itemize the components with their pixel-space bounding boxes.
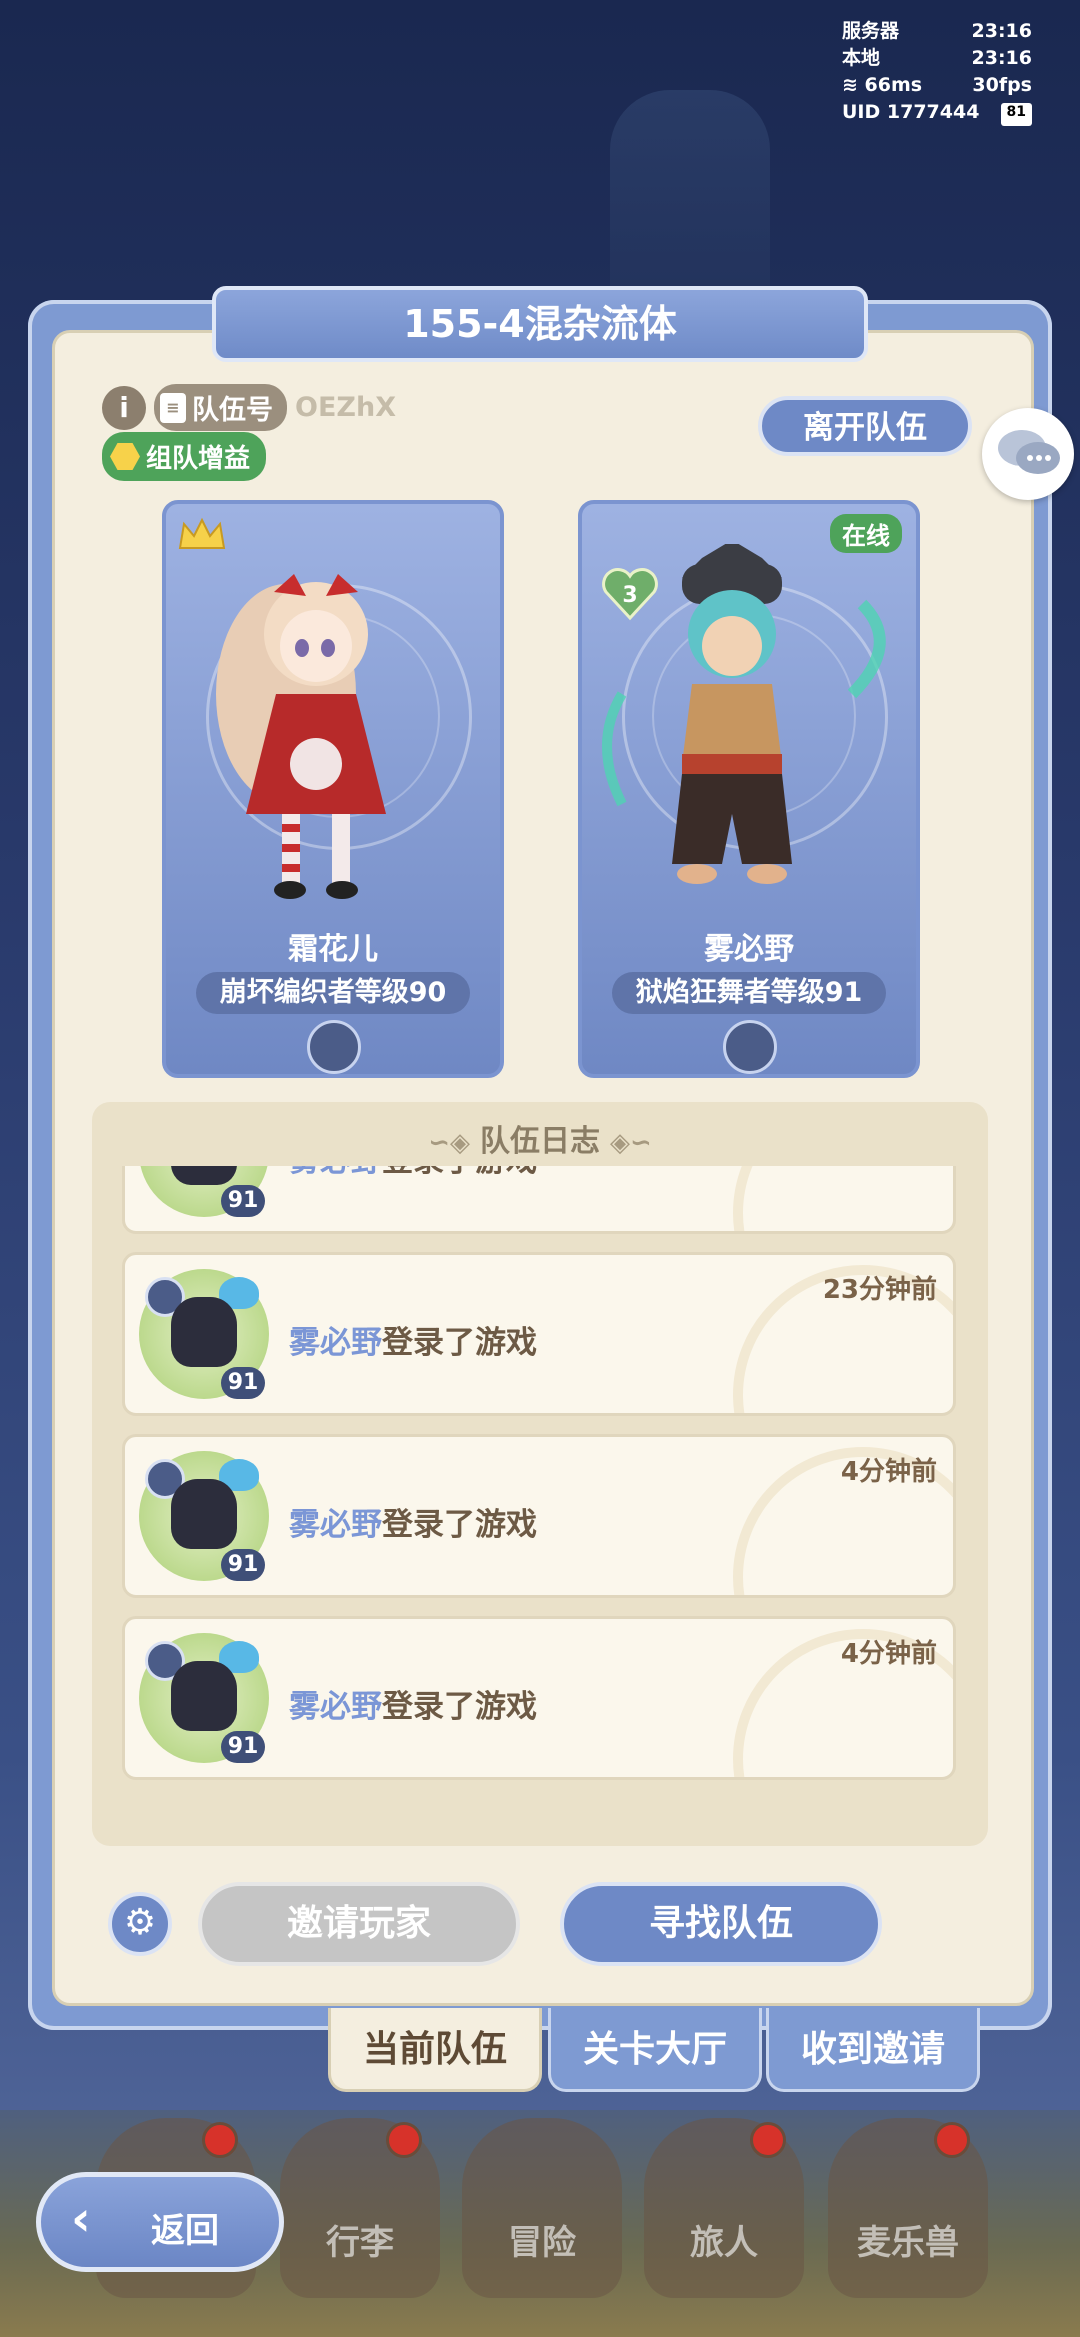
log-time: 23分钟前 [822,1275,937,1305]
nav-label-travelers: 旅人 [690,2223,758,2263]
notification-dot [386,2122,422,2158]
log-entry: 91 雾必野登录了游戏 23分钟前 [122,1252,956,1416]
team-log-header: ∽◈ 队伍日志 ◈∽ [92,1116,988,1160]
team-log-title: 队伍日志 [480,1124,600,1159]
notification-dot [750,2122,786,2158]
log-entry: 91 雾必野登录了游戏 4分钟前 [122,1434,956,1598]
character-portrait-leader [216,574,386,899]
player-avatar[interactable]: 91 [139,1633,269,1763]
wifi-icon: ≋ [842,74,865,96]
avatar-level: 91 [221,1367,265,1399]
invite-player-button[interactable]: 邀请玩家 [198,1882,520,1966]
avatar-level: 91 [221,1549,265,1581]
character-portrait-2 [602,544,886,884]
moon-decoration [733,1166,953,1231]
log-message: 雾必野登录了游戏 [289,1317,537,1362]
document-icon: ≡ [160,392,186,423]
avatar-figure [171,1297,237,1367]
avatar-level: 91 [221,1731,265,1763]
gear-icon: ⚙ [123,1902,157,1943]
team-info-row: i ≡ 队伍号 OEZhX [102,384,396,431]
log-action: 登录了游戏 [382,1689,537,1725]
member-class-level: 崩坏编织者等级90 [196,972,470,1014]
nav-item-adventure[interactable]: 冒险 [462,2118,622,2298]
team-code: OEZhX [295,392,397,423]
info-icon[interactable]: i [102,385,146,430]
member-card-2[interactable]: 在线 3 雾必野 狱焰狂舞者等级91 [578,500,920,1078]
ornament-left-icon: ∽◈ [428,1128,470,1158]
player-avatar[interactable]: 91 [139,1166,269,1217]
nav-item-pets[interactable]: 麦乐兽 [828,2118,988,2298]
team-buff-button[interactable]: 组队增益 [102,432,267,481]
avatar-figure [171,1479,237,1549]
nav-item-travelers[interactable]: 旅人 [644,2118,804,2298]
class-emblem-icon [307,1020,361,1074]
log-player-name[interactable]: 雾必野 [289,1689,382,1725]
log-message: 雾必野登录了游戏 [289,1499,537,1544]
log-time: 4分钟前 [840,1457,937,1487]
battery-indicator: 81 [1000,103,1032,126]
settings-button[interactable]: ⚙ [108,1892,172,1956]
team-log-list[interactable]: 91 雾必野登录了游戏 91 雾必野登录了游戏 23分钟前 91 雾必野登录了游… [122,1166,958,1830]
log-player-name[interactable]: 雾必野 [289,1166,382,1179]
server-label: 服务器 [842,20,900,42]
member-class-level: 狱焰狂舞者等级91 [612,972,886,1014]
notification-dot [934,2122,970,2158]
log-time: 4分钟前 [840,1639,937,1669]
team-id-pill[interactable]: ≡ 队伍号 [154,384,287,431]
hexagon-star-icon [110,443,140,470]
leave-team-button[interactable]: 离开队伍 [758,396,972,456]
tab-received-invites[interactable]: 收到邀请 [766,2008,980,2092]
log-action: 登录了游戏 [382,1507,537,1543]
member-card-leader[interactable]: 霜花儿 崩坏编织者等级90 [162,500,504,1078]
notification-dot [202,2122,238,2158]
log-entry: 91 雾必野登录了游戏 4分钟前 [122,1616,956,1780]
log-action: 登录了游戏 [382,1166,537,1179]
member-name: 雾必野 [704,932,794,967]
log-action: 登录了游戏 [382,1325,537,1361]
log-message: 雾必野登录了游戏 [289,1166,537,1180]
chat-button[interactable] [982,408,1074,500]
fps-readout: 30fps [972,74,1032,96]
find-team-button[interactable]: 寻找队伍 [560,1882,882,1966]
log-player-name[interactable]: 雾必野 [289,1325,382,1361]
avatar-level: 91 [221,1185,265,1217]
local-time: 23:16 [971,47,1032,69]
log-entry: 91 雾必野登录了游戏 [122,1166,956,1234]
avatar-figure [171,1661,237,1731]
tab-stage-lobby[interactable]: 关卡大厅 [548,2008,762,2092]
ping-value: 66ms [864,74,923,96]
player-avatar[interactable]: 91 [139,1451,269,1581]
team-log-panel: ∽◈队伍日志◈∽ 91 雾必野登录了游戏 91 雾必野登录了游戏 23分钟前 9… [92,1102,988,1846]
class-emblem-icon [723,1020,777,1074]
log-message: 雾必野登录了游戏 [289,1681,537,1726]
back-arrow-icon: ‹ [71,2191,91,2247]
team-id-label: 队伍号 [192,395,273,426]
team-buff-label: 组队增益 [146,444,251,474]
ping-readout: ≋ 66ms [842,72,922,99]
nav-item-bag[interactable]: 行李 [280,2118,440,2298]
status-overlay: 服务器 23:16 本地 23:16 ≋ 66ms 30fps UID 1777444… [842,18,1032,126]
ornament-right-icon: ◈∽ [610,1128,652,1158]
nav-label-bag: 行李 [326,2223,394,2263]
avatar-figure [171,1166,237,1185]
chat-bubbles-icon [998,430,1060,474]
back-button[interactable]: ‹ 返回 [36,2172,284,2272]
tab-current-team[interactable]: 当前队伍 [328,2008,542,2092]
nav-label-adventure: 冒险 [508,2223,576,2263]
team-title: 155-4混杂流体 [212,286,868,362]
uid-readout: UID 1777444 [842,101,980,123]
server-time: 23:16 [971,20,1032,42]
member-name: 霜花儿 [288,932,378,967]
local-label: 本地 [842,47,881,69]
player-avatar[interactable]: 91 [139,1269,269,1399]
back-label: 返回 [151,2211,219,2251]
nav-label-pets: 麦乐兽 [857,2223,959,2263]
log-player-name[interactable]: 雾必野 [289,1507,382,1543]
